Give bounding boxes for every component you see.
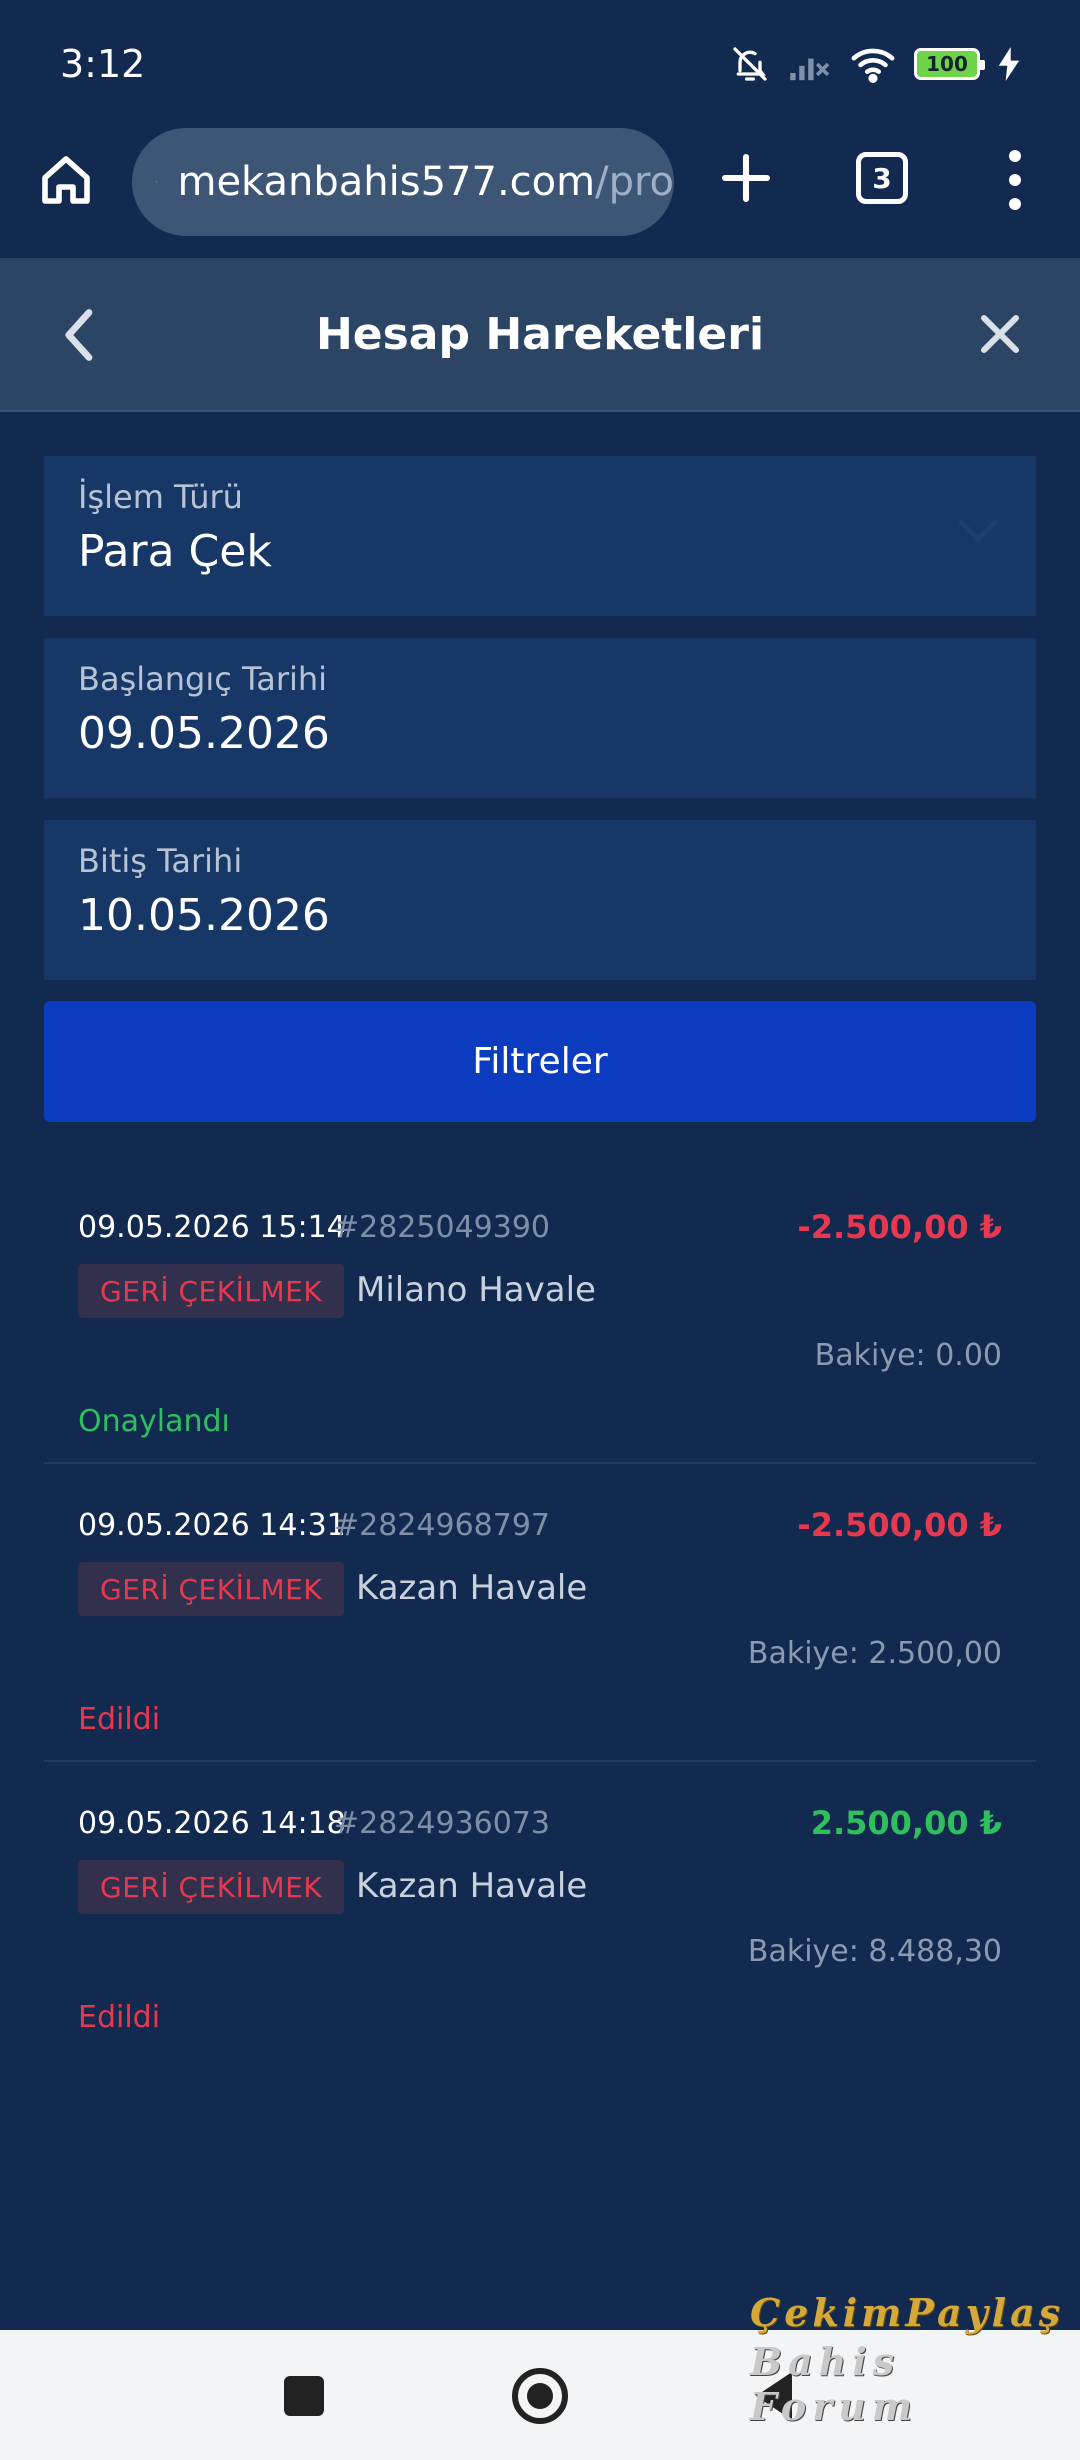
watermark-logo: ÇekimPaylaş Bahis Forum (750, 2290, 1080, 2429)
charging-bolt-icon (998, 47, 1020, 81)
recents-icon[interactable] (284, 2376, 324, 2416)
start-date-value: 09.05.2026 (78, 708, 330, 759)
page-title: Hesap Hareketleri (315, 308, 765, 360)
transaction-balance: Bakiye: 2.500,00 (747, 1636, 1002, 1671)
battery-level: 100 (926, 52, 968, 76)
url-text[interactable]: mekanbahis577.com/pro (177, 159, 674, 205)
transaction-type-select[interactable]: İşlem Türü Para Çek (44, 456, 1036, 616)
back-arrow-icon[interactable] (58, 308, 102, 362)
end-date-label: Bitiş Tarihi (78, 842, 243, 880)
watermark-line-1: ÇekimPaylaş (750, 2290, 1065, 2335)
page: 3:12 100 mekanbahis577.com/pro 3 Hesap H… (0, 0, 1080, 2460)
bell-muted-icon (733, 47, 767, 81)
transaction-id: #2825049390 (334, 1210, 551, 1245)
transaction-row[interactable]: 09.05.2026 15:14 #2825049390 -2.500,00 ₺… (44, 1166, 1036, 1464)
transaction-type-badge: GERİ ÇEKİLMEK (78, 1562, 345, 1616)
transaction-id: #2824936073 (334, 1806, 551, 1841)
tab-switcher-button[interactable]: 3 (856, 152, 908, 204)
transaction-amount: 2.500,00 ₺ (810, 1804, 1002, 1842)
site-settings-icon[interactable] (156, 162, 158, 202)
payment-method: Kazan Havale (356, 1568, 588, 1608)
url-path: /pro (595, 159, 674, 205)
transaction-status: Edildi (78, 1702, 161, 1737)
end-date-field[interactable]: Bitiş Tarihi 10.05.2026 (44, 820, 1036, 980)
start-date-field[interactable]: Başlangıç Tarihi 09.05.2026 (44, 638, 1036, 798)
transaction-row[interactable]: 09.05.2026 14:31 #2824968797 -2.500,00 ₺… (44, 1464, 1036, 1762)
filter-button[interactable]: Filtreler (44, 1001, 1036, 1122)
transaction-balance: Bakiye: 0.00 (814, 1338, 1002, 1373)
transaction-amount: -2.500,00 ₺ (797, 1506, 1002, 1544)
wifi-icon (851, 48, 895, 83)
transaction-datetime: 09.05.2026 14:18 (78, 1806, 346, 1841)
status-bar: 3:12 100 (0, 0, 1080, 128)
transaction-id: #2824968797 (334, 1508, 551, 1543)
transaction-amount: -2.500,00 ₺ (797, 1208, 1002, 1246)
transaction-status: Edildi (78, 2000, 161, 2035)
browser-toolbar: mekanbahis577.com/pro 3 (0, 128, 1080, 258)
payment-method: Milano Havale (356, 1270, 596, 1310)
address-bar[interactable]: mekanbahis577.com/pro (132, 128, 674, 236)
signal-icon (790, 58, 830, 81)
url-domain: mekanbahis577.com (177, 159, 596, 205)
transaction-type-value: Para Çek (78, 526, 272, 577)
page-header: Hesap Hareketleri (0, 258, 1080, 412)
status-time: 3:12 (60, 42, 146, 86)
browser-menu-icon[interactable] (1000, 150, 1030, 210)
transaction-type-label: İşlem Türü (78, 478, 243, 516)
transaction-datetime: 09.05.2026 14:31 (78, 1508, 346, 1543)
chevron-down-icon (958, 520, 998, 543)
transaction-status: Onaylandı (78, 1404, 230, 1439)
tab-count: 3 (872, 161, 892, 195)
status-icons: 100 (730, 44, 1020, 84)
transaction-type-badge: GERİ ÇEKİLMEK (78, 1860, 345, 1914)
transaction-datetime: 09.05.2026 15:14 (78, 1210, 346, 1245)
new-tab-icon[interactable] (718, 150, 774, 206)
home-nav-icon[interactable] (512, 2368, 568, 2424)
payment-method: Kazan Havale (356, 1866, 588, 1906)
close-icon[interactable] (976, 310, 1024, 358)
end-date-value: 10.05.2026 (78, 890, 330, 941)
home-icon[interactable] (38, 152, 94, 208)
transaction-row[interactable]: 09.05.2026 14:18 #2824936073 2.500,00 ₺ … (44, 1762, 1036, 2060)
transaction-balance: Bakiye: 8.488,30 (747, 1934, 1002, 1969)
watermark-line-2: Bahis Forum (750, 2339, 919, 2429)
battery-icon: 100 (914, 48, 985, 80)
start-date-label: Başlangıç Tarihi (78, 660, 328, 698)
transaction-type-badge: GERİ ÇEKİLMEK (78, 1264, 345, 1318)
